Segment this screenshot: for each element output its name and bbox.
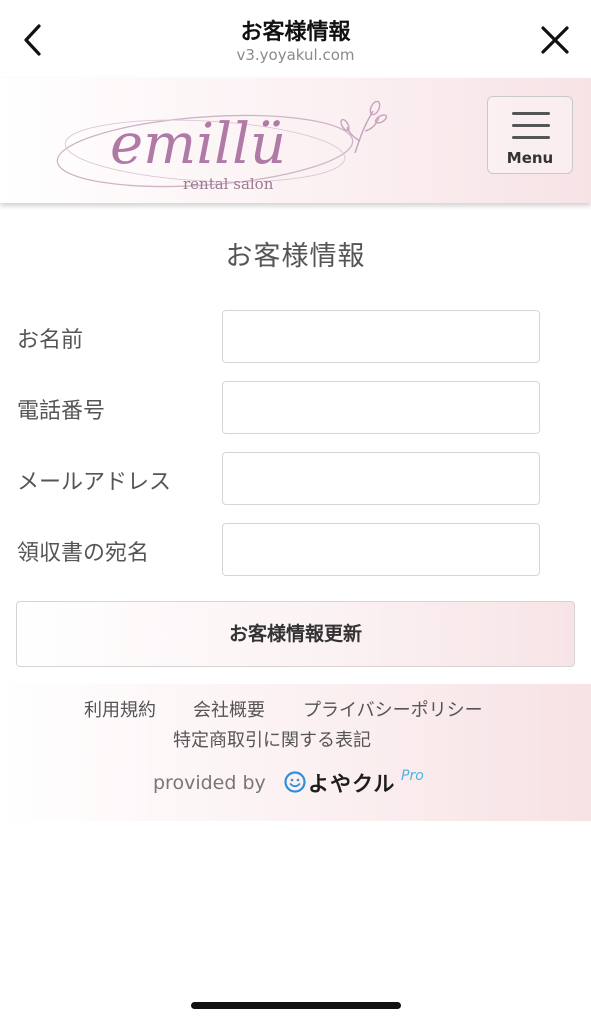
privacy-link[interactable]: プライバシーポリシー <box>303 696 483 722</box>
menu-label: Menu <box>506 149 554 167</box>
email-label: メールアドレス <box>17 470 172 495</box>
footer: 利用規約 会社概要 プライバシーポリシー 特定商取引に関する表記 provide… <box>0 684 591 821</box>
flower-icon <box>340 100 388 154</box>
site-header: emillü rental salon Menu <box>0 78 591 203</box>
hamburger-icon-line <box>512 136 550 139</box>
email-input[interactable] <box>222 452 540 505</box>
site-logo[interactable]: emillü rental salon <box>55 93 395 193</box>
brand-suffix: Pro <box>401 768 424 784</box>
name-input[interactable] <box>222 310 540 363</box>
browser-title: お客様情報 <box>240 20 351 45</box>
close-icon[interactable] <box>535 20 575 60</box>
logo-subtext: rental salon <box>183 175 274 193</box>
receipt-name-label: 領収書の宛名 <box>17 541 150 566</box>
provided-by-text: provided by <box>153 772 266 794</box>
smile-icon <box>284 771 306 793</box>
browser-url: v3.yoyakul.com <box>236 46 355 64</box>
update-customer-info-button[interactable]: お客様情報更新 <box>16 601 575 667</box>
home-indicator <box>191 1002 401 1009</box>
phone-input[interactable] <box>222 381 540 434</box>
browser-top-bar: お客様情報 v3.yoyakul.com <box>0 0 591 78</box>
menu-button[interactable]: Menu <box>487 96 573 174</box>
receipt-name-input[interactable] <box>222 523 540 576</box>
hamburger-icon <box>512 112 550 115</box>
hamburger-icon-line <box>512 124 550 127</box>
brand-name: よやクル <box>308 772 396 796</box>
company-link[interactable]: 会社概要 <box>193 696 265 722</box>
logo-wordmark: emillü <box>110 112 286 177</box>
name-label: お名前 <box>17 328 84 353</box>
terms-link[interactable]: 利用規約 <box>84 696 156 722</box>
page-title: お客様情報 <box>225 241 366 272</box>
phone-label: 電話番号 <box>17 399 106 424</box>
commerce-law-link[interactable]: 特定商取引に関する表記 <box>173 726 371 752</box>
